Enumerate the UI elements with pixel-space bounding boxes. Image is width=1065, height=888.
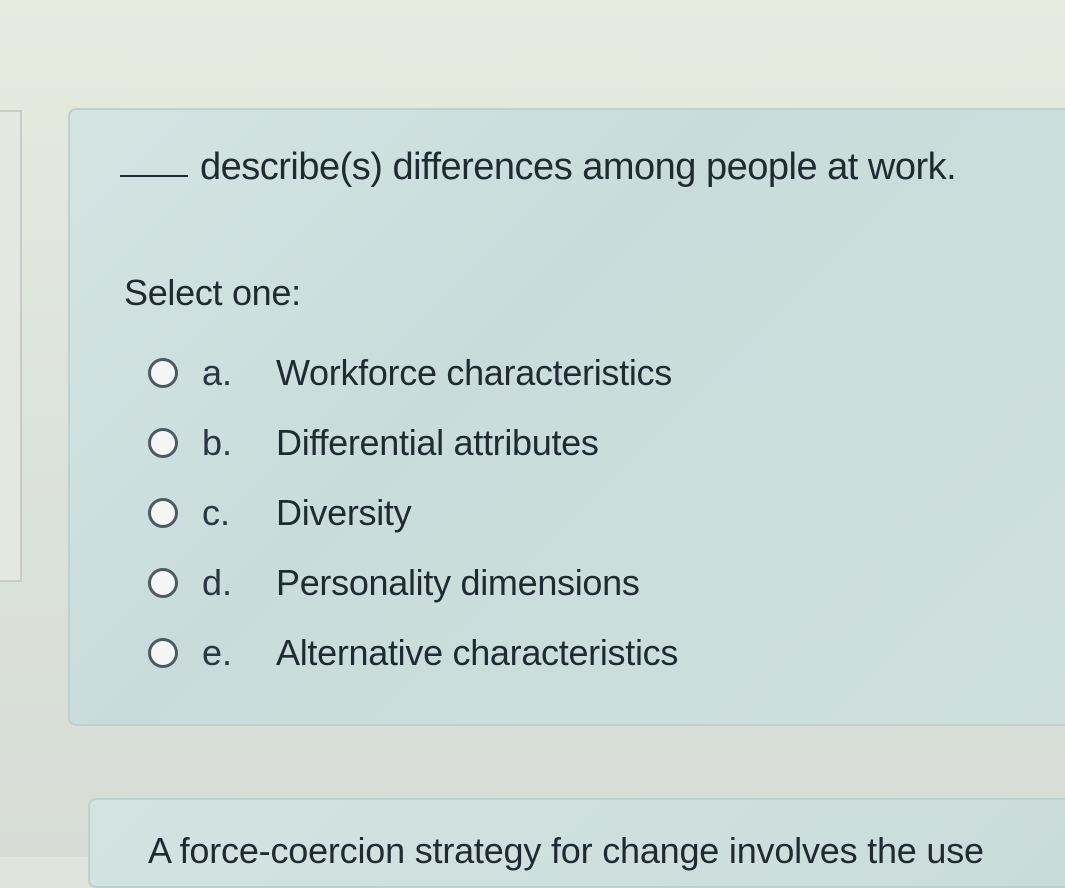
select-one-prompt: Select one: bbox=[124, 272, 301, 313]
option-letter: a. bbox=[202, 352, 233, 393]
option-letter: b. bbox=[202, 422, 233, 463]
option-label[interactable]: Diversity bbox=[276, 492, 412, 534]
answer-options: a. Workforce characteristics b. Differen… bbox=[148, 338, 678, 688]
next-question-text: A force-coercion strategy for change inv… bbox=[148, 830, 984, 871]
option-letter: c. bbox=[202, 492, 231, 533]
option-label[interactable]: Alternative characteristics bbox=[276, 632, 678, 674]
option-letter: e. bbox=[202, 632, 233, 673]
question-stem: describe(s) differences among people at … bbox=[200, 146, 957, 188]
radio-button-e[interactable] bbox=[148, 638, 178, 668]
option-c[interactable]: c. Diversity bbox=[148, 478, 678, 548]
radio-button-a[interactable] bbox=[148, 358, 178, 388]
radio-button-c[interactable] bbox=[148, 498, 178, 528]
option-b[interactable]: b. Differential attributes bbox=[148, 408, 678, 478]
option-e[interactable]: e. Alternative characteristics bbox=[148, 618, 678, 688]
option-d[interactable]: d. Personality dimensions bbox=[148, 548, 678, 618]
question-blank bbox=[120, 175, 188, 177]
question-text: describe(s) differences among people at … bbox=[120, 146, 957, 189]
option-label[interactable]: Personality dimensions bbox=[276, 562, 640, 604]
option-label[interactable]: Workforce characteristics bbox=[276, 352, 672, 394]
radio-button-b[interactable] bbox=[148, 428, 178, 458]
option-letter: d. bbox=[202, 562, 233, 603]
option-a[interactable]: a. Workforce characteristics bbox=[148, 338, 678, 408]
next-question-card: A force-coercion strategy for change inv… bbox=[88, 798, 1065, 888]
radio-button-d[interactable] bbox=[148, 568, 178, 598]
option-label[interactable]: Differential attributes bbox=[276, 422, 599, 464]
left-panel-edge bbox=[0, 110, 22, 582]
